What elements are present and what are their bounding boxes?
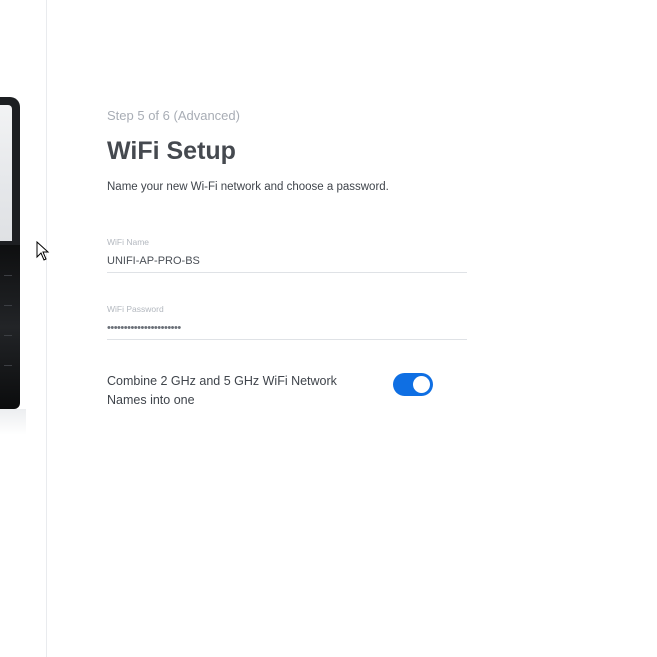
- wifi-name-label: WiFi Name: [107, 237, 150, 247]
- device-vent: [4, 365, 12, 366]
- combine-bands-toggle[interactable]: [393, 373, 433, 396]
- wifi-name-input[interactable]: UNIFI-AP-PRO-BS: [107, 252, 467, 270]
- page-subtitle: Name your new Wi-Fi network and choose a…: [107, 181, 389, 193]
- wifi-name-underline: [107, 272, 467, 273]
- arrow-cursor-icon: [36, 241, 50, 261]
- device-screen-display: [0, 105, 12, 241]
- device-body: [0, 245, 20, 409]
- device-reflection: [0, 409, 26, 435]
- wifi-password-underline: [107, 339, 467, 340]
- combine-bands-row: Combine 2 GHz and 5 GHz WiFi Network Nam…: [107, 372, 467, 412]
- wifi-password-label: WiFi Password: [107, 304, 164, 314]
- device-preview-panel: [0, 0, 47, 657]
- toggle-knob: [413, 376, 430, 393]
- wifi-password-input[interactable]: ••••••••••••••••••••••: [107, 319, 467, 337]
- device-vent: [4, 275, 12, 276]
- device-image: [0, 97, 26, 435]
- device-screen: [0, 97, 20, 247]
- device-vent: [4, 305, 12, 306]
- step-indicator: Step 5 of 6 (Advanced): [107, 108, 240, 123]
- device-vent: [4, 335, 12, 336]
- combine-bands-label: Combine 2 GHz and 5 GHz WiFi Network Nam…: [107, 374, 337, 407]
- wifi-name-field[interactable]: WiFi Name UNIFI-AP-PRO-BS: [107, 237, 467, 273]
- wifi-password-field[interactable]: WiFi Password ••••••••••••••••••••••: [107, 304, 467, 340]
- page-title: WiFi Setup: [107, 137, 236, 165]
